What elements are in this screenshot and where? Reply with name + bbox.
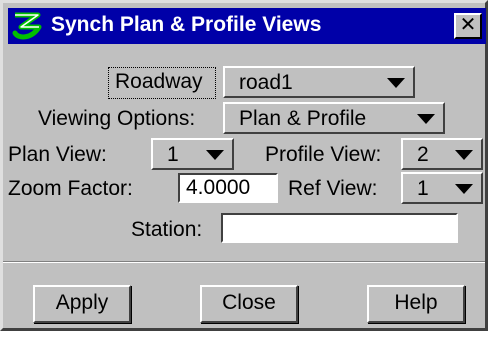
profile-view-dropdown[interactable]: 2 [401,138,483,170]
title-bar[interactable]: Synch Plan & Profile Views ✕ [8,8,486,44]
close-window-button[interactable]: ✕ [454,13,482,39]
close-icon: ✕ [459,14,477,36]
window-title: Synch Plan & Profile Views [51,13,322,36]
zoom-factor-label: Zoom Factor: [8,177,133,200]
roadway-label: Roadway [115,70,203,93]
viewing-options-value: Plan & Profile [239,107,367,130]
station-field[interactable] [221,213,458,243]
geopak-logo-icon [12,12,42,40]
plan-view-value: 1 [167,143,179,166]
chevron-down-icon [206,150,224,160]
help-button[interactable]: Help [367,285,465,323]
station-label: Station: [131,218,203,241]
chevron-down-icon [417,114,435,124]
ref-view-dropdown[interactable]: 1 [401,172,483,204]
profile-view-label: Profile View: [265,143,382,166]
chevron-down-icon [455,184,473,194]
apply-button[interactable]: Apply [33,285,131,323]
viewing-options-dropdown[interactable]: Plan & Profile [223,102,445,134]
chevron-down-icon [387,78,405,88]
synch-views-dialog: Synch Plan & Profile Views ✕ Roadway roa… [0,0,488,331]
close-button[interactable]: Close [200,285,298,323]
plan-view-label: Plan View: [8,143,107,166]
ref-view-label: Ref View: [288,177,378,200]
separator [3,261,485,263]
roadway-dropdown[interactable]: road1 [223,66,415,98]
chevron-down-icon [455,150,473,160]
roadway-value: road1 [239,71,293,94]
ref-view-value: 1 [417,177,429,200]
profile-view-value: 2 [417,143,429,166]
plan-view-dropdown[interactable]: 1 [151,138,234,170]
zoom-factor-field[interactable]: 4.0000 [178,173,278,203]
viewing-options-label: Viewing Options: [38,107,196,130]
